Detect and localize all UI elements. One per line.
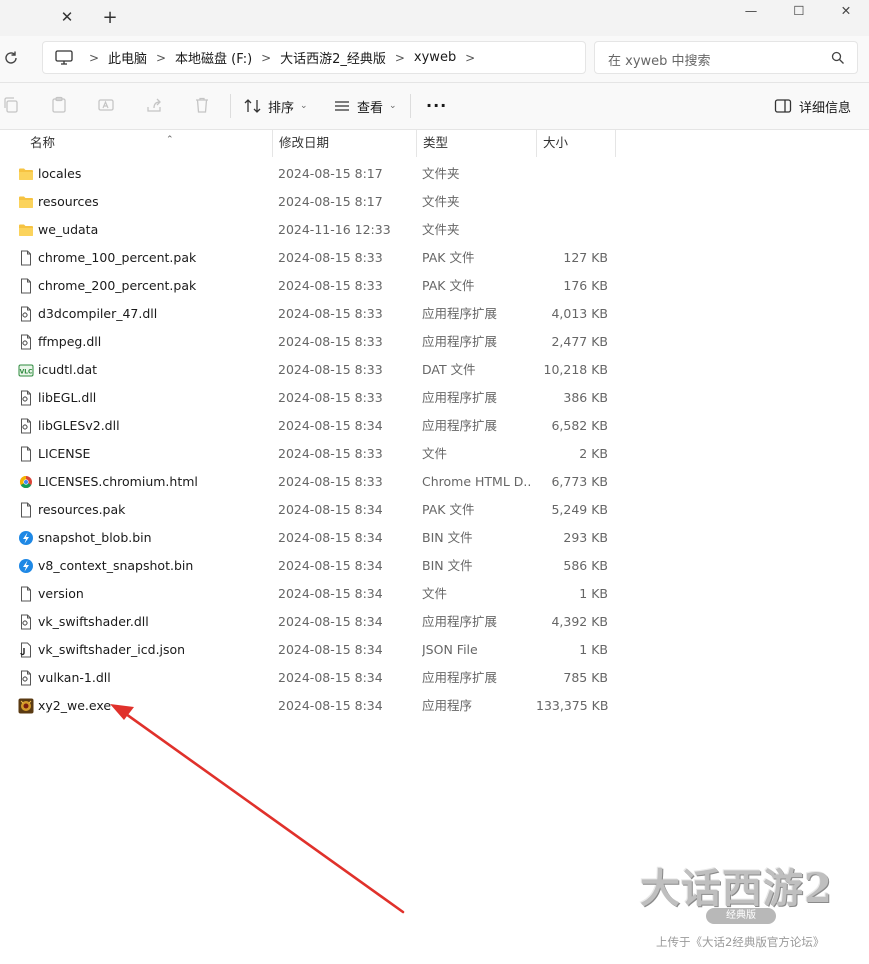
forum-watermark: 上传于《大话2经典版官方论坛》	[656, 935, 825, 949]
annotation-arrow-icon	[110, 704, 405, 914]
logo-title: 大话西游2	[640, 865, 833, 912]
logo-subtitle: 经典版	[706, 908, 776, 924]
game-logo: 大话西游2 经典版	[640, 856, 850, 928]
